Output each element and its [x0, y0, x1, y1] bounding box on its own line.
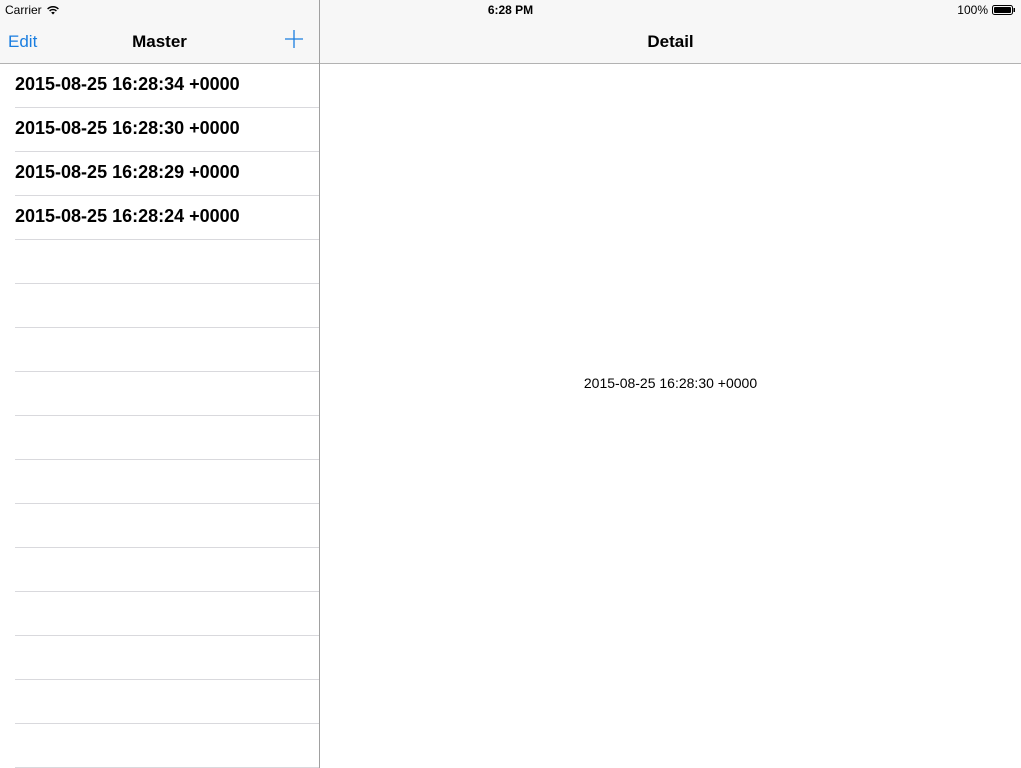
detail-pane: Detail 2015-08-25 16:28:30 +0000 [320, 20, 1021, 768]
master-title: Master [132, 32, 187, 51]
empty-table-row [15, 680, 319, 724]
battery-percentage: 100% [957, 3, 988, 17]
empty-table-row [15, 548, 319, 592]
empty-table-row [15, 724, 319, 768]
table-row[interactable]: 2015-08-25 16:28:34 +0000 [15, 64, 319, 108]
row-title: 2015-08-25 16:28:24 +0000 [15, 206, 240, 226]
empty-table-row [15, 592, 319, 636]
status-right: 100% [957, 3, 1016, 17]
battery-icon [992, 5, 1015, 15]
detail-title: Detail [647, 32, 694, 51]
table-row[interactable]: 2015-08-25 16:28:30 +0000 [15, 108, 319, 152]
empty-table-row [15, 328, 319, 372]
master-table: 2015-08-25 16:28:34 +0000 2015-08-25 16:… [0, 64, 319, 768]
ipad-screen: Carrier 6:28 PM 100% Edit Master 2015-08… [0, 0, 1021, 768]
empty-table-row [15, 416, 319, 460]
empty-table-row [15, 460, 319, 504]
row-title: 2015-08-25 16:28:29 +0000 [15, 162, 240, 182]
row-title: 2015-08-25 16:28:34 +0000 [15, 74, 240, 94]
master-pane: Edit Master 2015-08-25 16:28:34 +0000 20… [0, 20, 319, 768]
empty-table-row [15, 504, 319, 548]
row-title: 2015-08-25 16:28:30 +0000 [15, 118, 240, 138]
empty-table-row [15, 284, 319, 328]
detail-navigation-bar: Detail [320, 20, 1021, 64]
empty-table-row [15, 240, 319, 284]
plus-icon[interactable] [285, 30, 303, 48]
table-row[interactable]: 2015-08-25 16:28:29 +0000 [15, 152, 319, 196]
status-bar: Carrier 6:28 PM 100% [0, 0, 1021, 20]
empty-table-row [15, 636, 319, 680]
master-navigation-bar: Edit Master [0, 20, 319, 64]
table-row[interactable]: 2015-08-25 16:28:24 +0000 [15, 196, 319, 240]
empty-table-row [15, 372, 319, 416]
detail-description-label: 2015-08-25 16:28:30 +0000 [583, 375, 758, 391]
status-time: 6:28 PM [487, 3, 534, 17]
